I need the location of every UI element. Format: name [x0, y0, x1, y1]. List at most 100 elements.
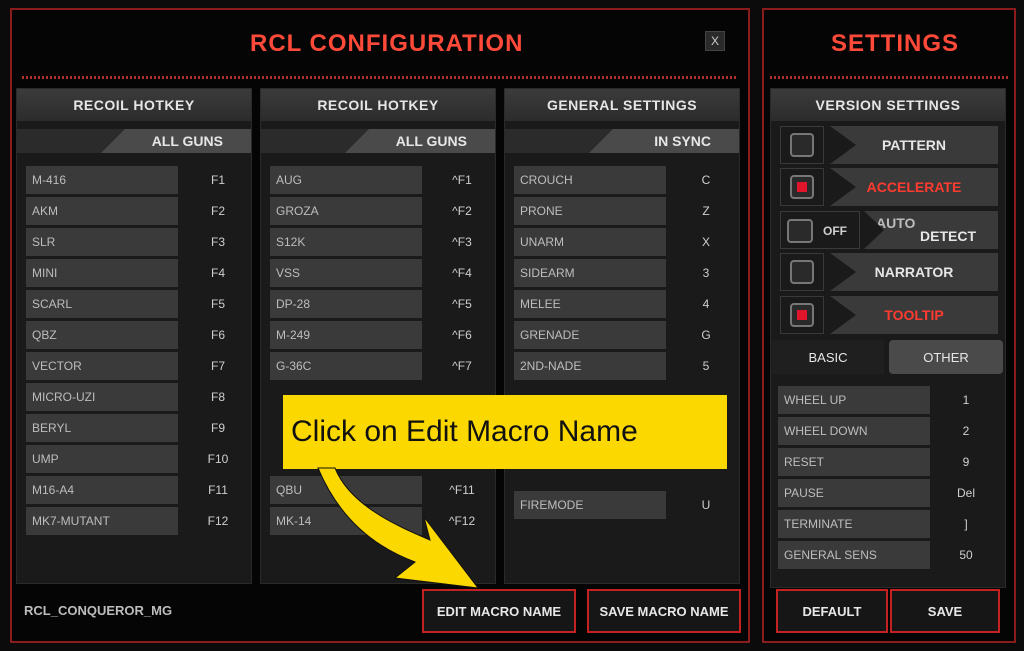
gun-hotkey-key[interactable]: ^F5 — [442, 297, 482, 311]
gun-hotkey-key[interactable]: ^F3 — [442, 235, 482, 249]
tab-other[interactable]: OTHER — [889, 340, 1003, 374]
gun-hotkey-row[interactable]: M-416 F1 — [26, 166, 225, 194]
gun-hotkey-row[interactable]: SCARL F5 — [26, 290, 225, 318]
gun-hotkey-key[interactable]: ^F2 — [442, 204, 482, 218]
general-hotkey-row[interactable]: MELEE 4 — [514, 290, 709, 318]
gun-hotkey-name: S12K — [270, 228, 422, 256]
gun-hotkey-key[interactable]: F9 — [198, 421, 238, 435]
gun-hotkey-key[interactable]: ^F11 — [442, 483, 482, 497]
general-hotkey-name: GRENADE — [514, 321, 666, 349]
gun-hotkey-key[interactable]: F8 — [198, 390, 238, 404]
all-guns-tab[interactable]: ALL GUNS — [345, 129, 495, 153]
pattern-checkbox[interactable] — [780, 126, 824, 164]
gun-hotkey-key[interactable]: F7 — [198, 359, 238, 373]
gun-hotkey-row[interactable]: MK7-MUTANT F12 — [26, 507, 228, 535]
setting-row[interactable]: WHEEL UP 1 — [778, 386, 969, 414]
general-hotkey-row[interactable]: 2ND-NADE 5 — [514, 352, 709, 380]
toggle-state: OFF — [823, 224, 847, 238]
gun-hotkey-row[interactable]: QBU ^F11 — [270, 476, 475, 504]
gun-hotkey-key[interactable]: F12 — [198, 514, 238, 528]
gun-hotkey-key[interactable]: F5 — [198, 297, 238, 311]
gun-hotkey-key[interactable]: F10 — [198, 452, 238, 466]
all-guns-tab[interactable]: ALL GUNS — [101, 129, 251, 153]
general-hotkey-row[interactable]: FIREMODE U — [514, 491, 710, 519]
tooltip-label: TOOLTIP — [830, 296, 998, 334]
gun-hotkey-name: MK-14 — [270, 507, 422, 535]
general-hotkey-key[interactable]: U — [686, 498, 726, 512]
general-hotkey-key[interactable]: Z — [686, 204, 726, 218]
gun-hotkey-key[interactable]: ^F12 — [442, 514, 482, 528]
setting-row[interactable]: PAUSE Del — [778, 479, 975, 507]
gun-hotkey-row[interactable]: M-249 ^F6 — [270, 321, 472, 349]
gun-hotkey-row[interactable]: BERYL F9 — [26, 414, 225, 442]
gun-hotkey-name: UMP — [26, 445, 178, 473]
setting-value[interactable]: 1 — [938, 393, 994, 407]
gun-hotkey-key[interactable]: ^F7 — [442, 359, 482, 373]
gun-hotkey-row[interactable]: GROZA ^F2 — [270, 197, 472, 225]
gun-hotkey-key[interactable]: ^F4 — [442, 266, 482, 280]
gun-hotkey-row[interactable]: UMP F10 — [26, 445, 228, 473]
gun-hotkey-name: VECTOR — [26, 352, 178, 380]
setting-value[interactable]: Del — [938, 486, 994, 500]
gun-hotkey-row[interactable]: SLR F3 — [26, 228, 225, 256]
default-button[interactable]: DEFAULT — [776, 589, 888, 633]
in-sync-tab[interactable]: IN SYNC — [589, 129, 739, 153]
setting-value[interactable]: 9 — [938, 455, 994, 469]
general-hotkey-key[interactable]: 5 — [686, 359, 726, 373]
accelerate-checkbox[interactable] — [780, 168, 824, 206]
edit-macro-name-button[interactable]: EDIT MACRO NAME — [422, 589, 576, 633]
setting-row[interactable]: TERMINATE] — [778, 510, 968, 538]
setting-row[interactable]: GENERAL SENS 50 — [778, 541, 973, 569]
gun-hotkey-name: AUG — [270, 166, 422, 194]
gun-hotkey-row[interactable]: AKM F2 — [26, 197, 225, 225]
tooltip-checkbox[interactable] — [780, 296, 824, 334]
gun-hotkey-row[interactable]: S12K ^F3 — [270, 228, 472, 256]
gun-hotkey-key[interactable]: F1 — [198, 173, 238, 187]
setting-value[interactable]: 2 — [938, 424, 994, 438]
general-hotkey-row[interactable]: PRONE Z — [514, 197, 710, 225]
gun-hotkey-name: AKM — [26, 197, 178, 225]
gun-hotkey-key[interactable]: F2 — [198, 204, 238, 218]
gun-hotkey-key[interactable]: F3 — [198, 235, 238, 249]
auto-detect-label: AUTO DETECT — [864, 211, 998, 249]
general-hotkey-row[interactable]: UNARM X — [514, 228, 710, 256]
pattern-row: PATTERN — [780, 126, 998, 164]
gun-hotkey-row[interactable]: MINI F4 — [26, 259, 225, 287]
accelerate-label: ACCELERATE — [830, 168, 998, 206]
gun-hotkey-key[interactable]: F4 — [198, 266, 238, 280]
gun-hotkey-key[interactable]: ^F6 — [442, 328, 482, 342]
gun-hotkey-row[interactable]: AUG ^F1 — [270, 166, 472, 194]
general-hotkey-key[interactable]: C — [686, 173, 726, 187]
gun-hotkey-key[interactable]: F11 — [198, 483, 238, 497]
general-hotkey-row[interactable]: SIDEARM 3 — [514, 259, 709, 287]
gun-hotkey-row[interactable]: G-36C ^F7 — [270, 352, 472, 380]
general-hotkey-key[interactable]: X — [686, 235, 726, 249]
gun-hotkey-row[interactable]: VSS ^F4 — [270, 259, 472, 287]
gun-hotkey-key[interactable]: F6 — [198, 328, 238, 342]
auto-detect-row: OFF AUTO DETECT — [780, 211, 998, 249]
auto-detect-toggle[interactable]: OFF — [780, 211, 860, 249]
gun-hotkey-row[interactable]: M16-A4 F11 — [26, 476, 228, 504]
gun-hotkey-row[interactable]: QBZ F6 — [26, 321, 225, 349]
general-hotkey-name: 2ND-NADE — [514, 352, 666, 380]
general-hotkey-key[interactable]: 3 — [686, 266, 726, 280]
gun-hotkey-row[interactable]: DP-28 ^F5 — [270, 290, 472, 318]
general-hotkey-key[interactable]: 4 — [686, 297, 726, 311]
tab-basic[interactable]: BASIC — [772, 340, 884, 374]
narrator-checkbox[interactable] — [780, 253, 824, 291]
general-hotkey-key[interactable]: G — [686, 328, 726, 342]
save-button[interactable]: SAVE — [890, 589, 1000, 633]
setting-row[interactable]: WHEEL DOWN 2 — [778, 417, 969, 445]
general-hotkey-row[interactable]: GRENADE G — [514, 321, 711, 349]
setting-value[interactable]: ] — [938, 517, 994, 531]
gun-hotkey-row[interactable]: MICRO-UZI F8 — [26, 383, 225, 411]
setting-value[interactable]: 50 — [938, 548, 994, 562]
save-macro-name-button[interactable]: SAVE MACRO NAME — [587, 589, 741, 633]
gun-hotkey-row[interactable]: VECTOR F7 — [26, 352, 225, 380]
gun-hotkey-key[interactable]: ^F1 — [442, 173, 482, 187]
gun-hotkey-row[interactable]: MK-14 ^F12 — [270, 507, 475, 535]
setting-row[interactable]: RESET 9 — [778, 448, 969, 476]
general-hotkey-row[interactable]: CROUCH C — [514, 166, 710, 194]
close-button[interactable]: X — [705, 31, 725, 51]
title-divider — [22, 76, 738, 79]
